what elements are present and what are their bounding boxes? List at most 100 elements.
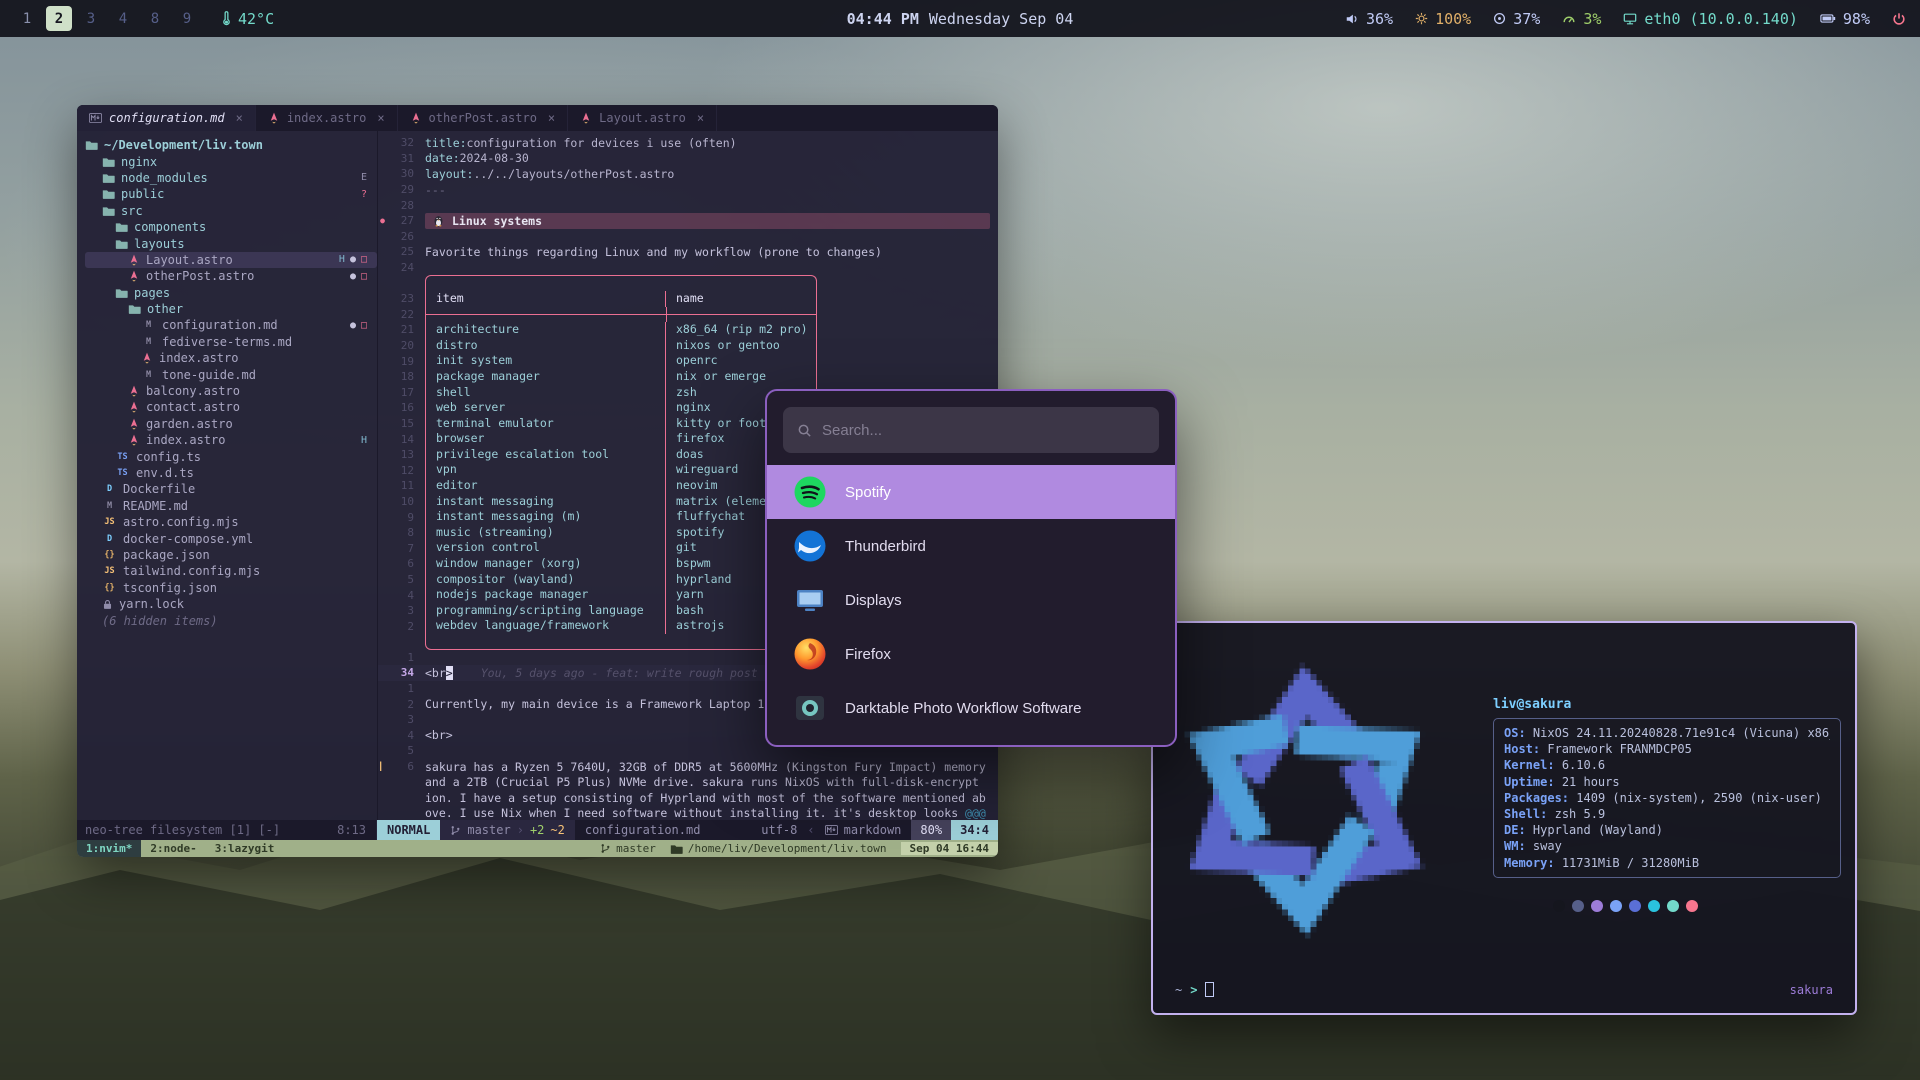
tree-item-label: Layout.astro [146,253,233,267]
tree-item-astro.config.mjs[interactable]: JSastro.config.mjs [85,514,377,530]
tree-item-README.md[interactable]: MREADME.md [85,498,377,514]
tree-item-config.ts[interactable]: TSconfig.ts [85,448,377,464]
tree-item-tailwind.config.mjs[interactable]: JStailwind.config.mjs [85,563,377,579]
battery-icon [1820,13,1836,24]
tree-item-package.json[interactable]: {}package.json [85,547,377,563]
tree-item-fediverse-terms.md[interactable]: Mfediverse-terms.md [85,334,377,350]
md-icon: M [102,501,117,511]
tree-item-layouts[interactable]: layouts [85,235,377,251]
tree-item-public[interactable]: public? [85,186,377,202]
tree-item-env.d.ts[interactable]: TSenv.d.ts [85,465,377,481]
workspace-button-3[interactable]: 3 [78,6,104,31]
tree-item-badges: H [361,435,367,446]
tree-item-index.astro[interactable]: index.astro [85,350,377,366]
launcher-search[interactable] [783,407,1159,453]
tree-item-label: tsconfig.json [123,581,217,595]
editor-statusline: NORMAL master › +2 ~2 configuration.md u… [377,820,998,840]
fastfetch-output: liv@sakura OS: NixOS 24.11.20240828.71e9… [1493,697,1845,912]
folder-icon [102,188,115,200]
statusbar-right-modules: 36% 100% 37% 3% eth0 (10.0.0.140) 98% [1345,0,1906,37]
tab-close-icon[interactable]: × [236,111,243,125]
line-number: 10 [387,495,414,508]
tree-item-index.astro[interactable]: index.astroH [85,432,377,448]
module-volume[interactable]: 36% [1345,10,1393,28]
module-gear[interactable]: 100% [1415,10,1471,28]
tree-item-docker-compose.yml[interactable]: Ddocker-compose.yml [85,530,377,546]
launcher-entry-thunderbird[interactable]: Thunderbird [767,519,1175,573]
workspace-button-1[interactable]: 1 [14,6,40,31]
tree-item-components[interactable]: components [85,219,377,235]
tree-item--6-hidden-items-[interactable]: (6 hidden items) [85,612,377,628]
tree-item-yarn.lock[interactable]: yarn.lock [85,596,377,612]
tmux-window-2:node-[interactable]: 2:node- [141,840,205,857]
tree-root-path: ~/Development/liv.town [104,138,263,152]
js-icon: JS [102,566,117,576]
tmux-window-1:nvim*[interactable]: 1:nvim* [77,840,141,857]
module-load[interactable]: 3% [1562,10,1601,28]
module-battery[interactable]: 98% [1820,10,1870,28]
tab-close-icon[interactable]: × [548,111,555,125]
workspace-button-4[interactable]: 4 [110,6,136,31]
launcher-entry-spotify[interactable]: Spotify [767,465,1175,519]
tmux-path-segment: /home/liv/Development/liv.town [670,842,887,855]
shell-prompt[interactable]: ~ > [1175,982,1214,997]
tree-item-Layout.astro[interactable]: Layout.astroH●□ [85,252,377,268]
launcher-entry-label: Firefox [845,646,891,663]
tree-item-tone-guide.md[interactable]: Mtone-guide.md [85,366,377,382]
astro-icon [141,352,153,364]
module-disk[interactable]: 37% [1493,10,1540,28]
table-row: shellzsh [425,385,817,401]
tree-item-pages[interactable]: pages [85,285,377,301]
tab-close-icon[interactable]: × [377,111,384,125]
tree-item-garden.astro[interactable]: garden.astro [85,416,377,432]
tab-configuration.md[interactable]: configuration.md × [77,105,256,131]
launcher-entry-displays[interactable]: Displays [767,573,1175,627]
editor-line: ●27Linux systems [378,213,998,229]
line-number: 28 [387,199,414,212]
tab-index.astro[interactable]: index.astro× [256,105,398,131]
temperature-value: 42°C [238,10,274,28]
table-row: programming/scripting languagebash [425,603,817,619]
tree-item-contact.astro[interactable]: contact.astro [85,399,377,415]
power-button[interactable] [1892,12,1906,26]
launcher-entry-firefox[interactable]: Firefox [767,627,1175,681]
tree-item-node-modules[interactable]: node_modulesE [85,170,377,186]
workspace-button-9[interactable]: 9 [174,6,200,31]
tab-Layout.astro[interactable]: Layout.astro× [568,105,717,131]
tree-item-balcony.astro[interactable]: balcony.astro [85,383,377,399]
workspace-button-2[interactable]: 2 [46,6,72,31]
md-file-icon [89,113,102,123]
palette-dot [1610,900,1622,912]
tree-item-configuration.md[interactable]: Mconfiguration.md●□ [85,317,377,333]
line-number: 4 [387,729,414,742]
module-network[interactable]: eth0 (10.0.0.140) [1623,10,1798,28]
tree-item-other[interactable]: other [85,301,377,317]
info-row-packages: Packages: 1409 (nix-system), 2590 (nix-u… [1504,790,1830,806]
search-input[interactable] [822,422,1145,439]
line-number: 14 [387,433,414,446]
tab-close-icon[interactable]: × [697,111,704,125]
statusline-spacer [710,820,751,840]
tree-item-Dockerfile[interactable]: DDockerfile [85,481,377,497]
astro-file-icon [580,112,592,124]
tree-item-tsconfig.json[interactable]: {}tsconfig.json [85,580,377,596]
palette-dot [1591,900,1603,912]
astro-file-icon [268,112,280,124]
workspace-button-8[interactable]: 8 [142,6,168,31]
line-number: 13 [387,448,414,461]
tab-otherPost.astro[interactable]: otherPost.astro× [398,105,569,131]
tree-item-nginx[interactable]: nginx [85,153,377,169]
launcher-entry-darktable-photo-workflow-software[interactable]: Darktable Photo Workflow Software [767,681,1175,735]
clock[interactable]: 04:44 PM Wednesday Sep 04 [847,0,1074,37]
editor-line: 26 [378,229,998,245]
penguin-icon [433,214,444,227]
tab-label: configuration.md [109,111,225,125]
tree-item-src[interactable]: src [85,203,377,219]
tree-root[interactable]: ~/Development/liv.town [85,137,377,153]
editor-line: and a 2TB (Crucial P5 Plus) NVMe drive. … [378,774,998,790]
astro-icon [128,401,140,413]
tmux-window-3:lazygit[interactable]: 3:lazygit [206,840,284,857]
table-separator [425,307,817,323]
tree-item-otherPost.astro[interactable]: otherPost.astro●□ [85,268,377,284]
power-icon [1892,12,1906,26]
